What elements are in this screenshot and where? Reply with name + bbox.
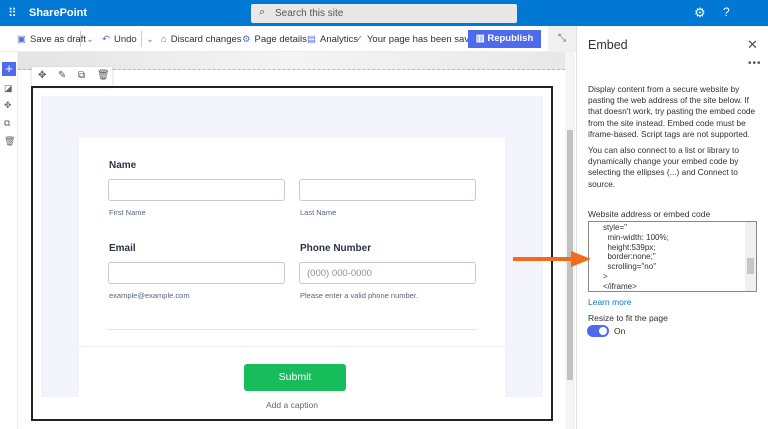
email-input[interactable] [108, 262, 285, 284]
caption-input[interactable]: Add a caption [0, 400, 584, 410]
phone-input[interactable]: (000) 000-0000 [299, 262, 476, 284]
email-label: Email [109, 243, 136, 254]
search-icon: ⌕ [259, 6, 266, 18]
app-launcher-icon[interactable]: ⠿ [8, 6, 17, 20]
page-details-button[interactable]: ⚙ Page details [242, 34, 307, 45]
more-options-icon[interactable]: ••• [748, 58, 762, 69]
save-status: ✓ Your page has been saved [355, 34, 480, 45]
move-icon[interactable]: ✥ [38, 70, 46, 81]
orange-arrow-icon [513, 251, 591, 267]
divider [80, 31, 81, 47]
save-status-text: Your page has been saved [366, 34, 480, 45]
undo-options-chevron-icon[interactable]: ⌄ [146, 34, 154, 45]
submit-button[interactable]: Submit [244, 364, 346, 391]
undo-label: Undo [113, 34, 137, 45]
move-icon[interactable]: ✥ [4, 100, 12, 111]
last-name-input[interactable] [299, 179, 476, 201]
save-options-chevron-icon[interactable]: ⌄ [86, 34, 94, 45]
duplicate-icon[interactable]: ⧉ [78, 70, 85, 81]
resize-toggle[interactable] [587, 325, 609, 337]
undo-button[interactable]: ↶ Undo [102, 34, 137, 45]
analytics-label: Analytics [319, 34, 358, 45]
pane-title: Embed [588, 38, 628, 52]
search-input[interactable]: ⌕ Search this site [251, 4, 517, 23]
textarea-scrollbar-thumb[interactable] [747, 258, 754, 274]
search-placeholder: Search this site [275, 8, 344, 19]
first-name-input[interactable] [108, 179, 285, 201]
first-name-sublabel: First Name [109, 208, 146, 217]
last-name-sublabel: Last Name [300, 208, 337, 217]
phone-sublabel: Please enter a valid phone number. [300, 291, 418, 300]
gear-icon: ⚙ [242, 34, 251, 45]
add-webpart-button[interactable]: + [2, 62, 16, 76]
name-label: Name [109, 160, 137, 171]
check-icon: ✓ [355, 34, 363, 45]
duplicate-icon[interactable]: ⧉ [4, 118, 10, 129]
learn-more-link[interactable]: Learn more [588, 297, 631, 307]
phone-placeholder: (000) 000-0000 [307, 268, 372, 279]
discard-label: Discard changes [170, 34, 242, 45]
pane-description: Display content from a secure website by… [588, 84, 756, 139]
discard-changes-button[interactable]: ⌂ Discard changes [161, 34, 242, 45]
form-divider [79, 346, 505, 347]
republish-label: Republish [487, 33, 534, 44]
discard-icon: ⌂ [161, 34, 167, 45]
embed-code-label: Website address or embed code [588, 209, 711, 219]
edit-section-icon[interactable]: ◪ [4, 83, 13, 94]
pane-connect-description: You can also connect to a list or librar… [588, 145, 739, 189]
phone-label: Phone Number [300, 243, 372, 254]
republish-button[interactable]: ▥ Republish [468, 30, 541, 48]
email-sublabel: example@example.com [109, 291, 190, 300]
close-icon[interactable]: ✕ [747, 37, 758, 53]
page-details-label: Page details [254, 34, 307, 45]
save-draft-label: Save as draft [29, 34, 86, 45]
toolbox-rail: + ◪ ✥ ⧉ 🗑 [0, 52, 18, 429]
save-icon: ▣ [17, 34, 26, 45]
resize-label: Resize to fit the page [588, 313, 668, 323]
form-divider [107, 329, 477, 330]
help-icon[interactable]: ? [723, 5, 730, 19]
book-icon: ▥ [475, 33, 488, 44]
analytics-button[interactable]: ▤ Analytics [307, 34, 358, 45]
collapse-icon[interactable]: ⤡ [548, 26, 576, 52]
analytics-icon: ▤ [307, 34, 316, 45]
delete-icon[interactable]: 🗑 [4, 136, 15, 147]
toggle-state: On [614, 326, 626, 336]
divider [141, 31, 142, 47]
embed-code-textarea[interactable]: style=" min-width: 100%; height:539px; b… [588, 221, 757, 292]
webpart-toolbar: ✥ ✎ ⧉ 🗑 [32, 67, 112, 86]
textarea-scrollbar[interactable] [745, 222, 756, 291]
settings-gear-icon[interactable]: ⚙ [694, 5, 706, 21]
command-bar: ▣ Save as draft ⌄ ↶ Undo ⌄ ⌂ Discard change… [0, 26, 576, 52]
delete-icon[interactable]: 🗑 [97, 70, 110, 81]
undo-icon: ↶ [102, 34, 110, 45]
save-draft-button[interactable]: ▣ Save as draft [17, 34, 86, 45]
edit-pencil-icon[interactable]: ✎ [58, 70, 66, 81]
site-brand[interactable]: SharePoint [29, 7, 87, 19]
